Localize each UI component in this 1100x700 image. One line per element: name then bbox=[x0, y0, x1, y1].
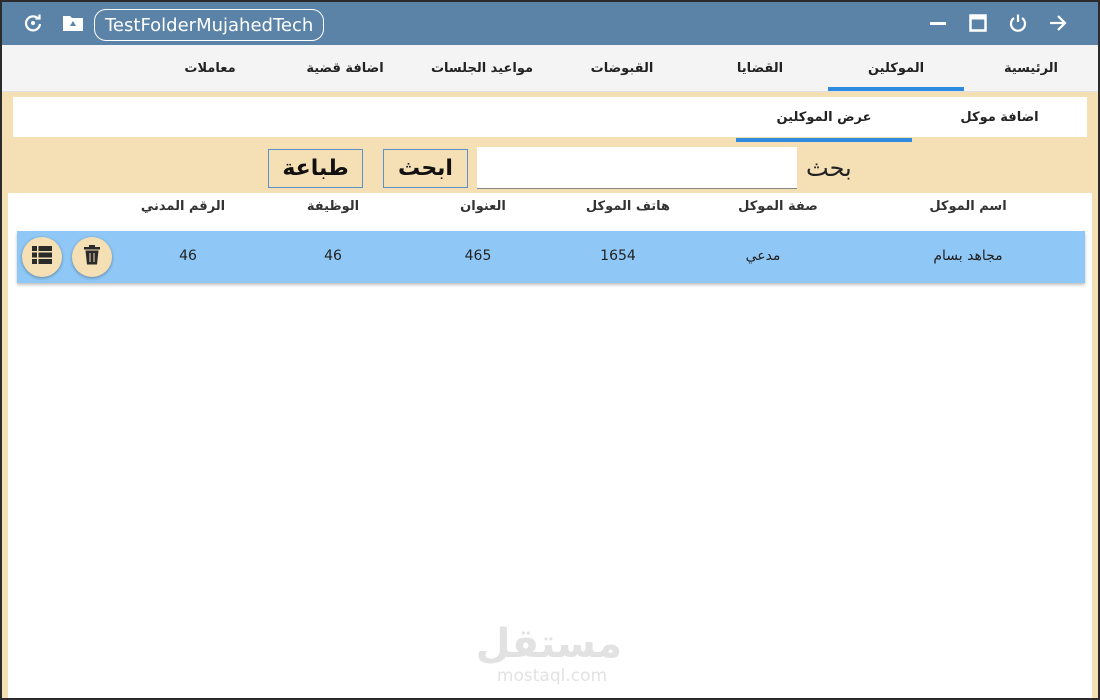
cell-phone: 1654 bbox=[600, 248, 636, 264]
maximize-icon[interactable] bbox=[967, 12, 989, 34]
main-nav: الرئيسية الموكلين القضايا القبوضات مواعي… bbox=[2, 45, 1098, 92]
column-header-civil-id: الرقم المدني bbox=[140, 199, 226, 214]
tab-transactions[interactable]: معاملات bbox=[142, 45, 278, 92]
column-header-job: الوظيفة bbox=[306, 199, 360, 214]
column-header-address: العنوان bbox=[460, 199, 506, 214]
print-button[interactable]: طباعة bbox=[268, 149, 363, 188]
app-title: TestFolderMujahedTech bbox=[94, 9, 324, 41]
cell-role: مدعي bbox=[745, 248, 781, 264]
tab-receipts[interactable]: القبوضات bbox=[552, 45, 692, 92]
title-bar: TestFolderMujahedTech bbox=[2, 2, 1098, 45]
column-header-name: اسم الموكل bbox=[929, 199, 1007, 214]
search-label: بحث bbox=[806, 154, 852, 182]
table-row[interactable]: مجاهد بسام مدعي 1654 465 46 46 bbox=[17, 231, 1085, 283]
app-window: TestFolderMujahedTech الرئيسية الموكلين … bbox=[0, 0, 1100, 700]
details-list-icon bbox=[32, 246, 52, 268]
tab-add-client[interactable]: اضافة موكل bbox=[912, 97, 1087, 137]
tab-add-case[interactable]: اضافة قضية bbox=[278, 45, 412, 92]
search-input[interactable] bbox=[477, 147, 797, 189]
tab-home[interactable]: الرئيسية bbox=[964, 45, 1098, 92]
cell-address: 465 bbox=[464, 248, 492, 264]
details-button[interactable] bbox=[22, 237, 62, 277]
watermark-latin: mostaql.com bbox=[496, 666, 608, 686]
minimize-icon[interactable] bbox=[927, 12, 949, 34]
cell-job: 46 bbox=[324, 248, 342, 264]
power-icon[interactable] bbox=[1007, 12, 1029, 34]
sub-nav: اضافة موكل عرض الموكلين bbox=[13, 97, 1087, 142]
tab-clients[interactable]: الموكلين bbox=[828, 45, 964, 92]
tab-sessions[interactable]: مواعيد الجلسات bbox=[412, 45, 552, 92]
drive-folder-icon[interactable] bbox=[62, 12, 84, 34]
arrow-right-icon[interactable] bbox=[1047, 12, 1069, 34]
watermark: مستقل mostaql.com bbox=[475, 621, 622, 686]
tab-cases[interactable]: القضايا bbox=[692, 45, 828, 92]
cell-civil-id: 46 bbox=[179, 248, 197, 264]
refresh-icon[interactable] bbox=[22, 12, 44, 34]
search-button[interactable]: ابحث bbox=[383, 149, 468, 188]
column-header-role: صفة الموكل bbox=[738, 199, 818, 214]
cell-name: مجاهد بسام bbox=[933, 248, 1003, 264]
delete-button[interactable] bbox=[72, 237, 112, 277]
content-area: اضافة موكل عرض الموكلين بحث ابحث طباعة ا… bbox=[2, 92, 1098, 698]
watermark-arabic: مستقل bbox=[475, 621, 622, 667]
tab-view-clients[interactable]: عرض الموكلين bbox=[736, 97, 912, 142]
column-header-phone: هاتف الموكل bbox=[585, 199, 671, 214]
delete-icon bbox=[83, 245, 101, 269]
